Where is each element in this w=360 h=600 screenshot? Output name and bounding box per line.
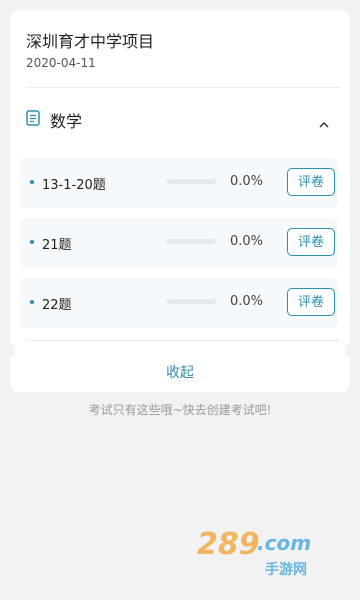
divider — [26, 340, 340, 341]
progress-percent: 0.0% — [230, 234, 264, 249]
question-label: 21题 — [42, 238, 72, 253]
collapse-link[interactable]: 收起 — [10, 362, 350, 382]
review-button[interactable]: 评卷 — [287, 228, 335, 256]
project-title: 深圳育才中学项目 — [26, 32, 155, 51]
question-label: 22题 — [42, 298, 72, 313]
svg-text:289: 289 — [197, 527, 260, 562]
exam-card: 深圳育才中学项目 2020-04-11 数学 13-1-20题 0.0% 评卷 … — [5, 10, 355, 392]
progress-bar — [166, 239, 216, 244]
card-notch — [5, 343, 15, 357]
divider — [26, 87, 340, 88]
question-row: 13-1-20题 0.0% 评卷 — [20, 158, 338, 208]
document-icon — [26, 110, 40, 126]
question-row: 22题 0.0% 评卷 — [20, 278, 338, 328]
progress-percent: 0.0% — [230, 294, 264, 309]
bullet-dot — [30, 240, 34, 244]
subject-name: 数学 — [50, 112, 83, 131]
review-button[interactable]: 评卷 — [287, 168, 335, 196]
review-button[interactable]: 评卷 — [287, 288, 335, 316]
bullet-dot — [30, 300, 34, 304]
footer-note: 考试只有这些哦~快去创建考试吧! — [88, 403, 272, 417]
svg-text:手游网: 手游网 — [265, 561, 307, 578]
progress-bar — [166, 179, 216, 184]
project-date: 2020-04-11 — [26, 56, 96, 70]
card-notch — [345, 343, 355, 357]
chevron-up-icon[interactable] — [319, 113, 329, 128]
bullet-dot — [30, 180, 34, 184]
question-label: 13-1-20题 — [42, 178, 106, 193]
progress-bar — [166, 299, 216, 304]
question-row: 21题 0.0% 评卷 — [20, 218, 338, 268]
watermark-logo: 289 .com 手游网 — [195, 520, 345, 580]
svg-text:.com: .com — [257, 531, 311, 555]
progress-percent: 0.0% — [230, 174, 264, 189]
subject-header[interactable]: 数学 — [10, 106, 350, 136]
